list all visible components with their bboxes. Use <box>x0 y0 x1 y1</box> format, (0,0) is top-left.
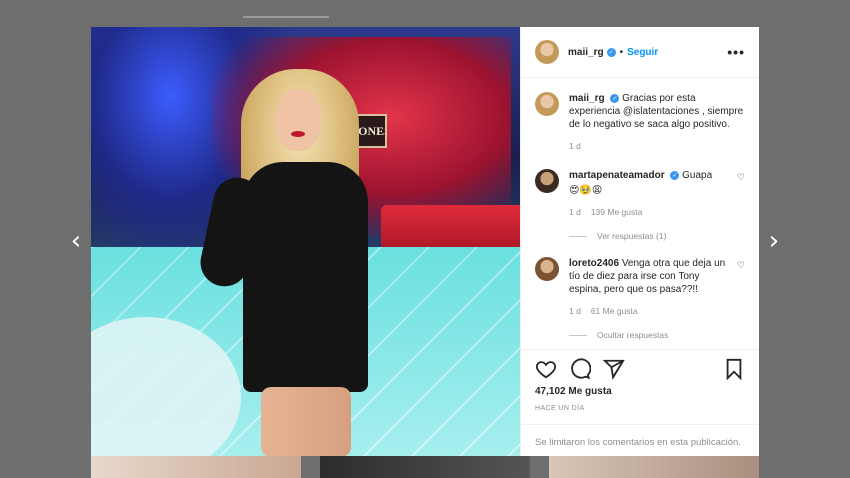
photo-person-face <box>275 89 321 151</box>
comments-limited-notice: Se limitaron los comentarios en esta pub… <box>521 424 759 460</box>
hide-replies-button[interactable]: Ocultar respuestas <box>569 329 745 342</box>
commenter-avatar[interactable] <box>535 169 559 193</box>
caption-time: 1 d <box>569 141 581 151</box>
verified-icon: ✓ <box>606 47 616 57</box>
photo-person-lips <box>291 131 305 137</box>
comment-emojis: 😍🥹😩 <box>569 185 603 196</box>
replies-line <box>569 335 587 336</box>
post-photo[interactable]: TACIONES <box>91 27 520 456</box>
photo-person-legs <box>261 387 351 456</box>
caption-username[interactable]: maii_rg <box>569 93 605 104</box>
heart-icon[interactable] <box>535 358 557 380</box>
commenter-username[interactable]: loreto2406 <box>569 258 619 269</box>
related-post-thumbnail[interactable] <box>320 456 530 478</box>
post-header: maii_rg ✓ • Seguir ••• <box>521 27 759 78</box>
post-time[interactable]: HACE UN DÍA <box>535 405 745 412</box>
comment-likes[interactable]: 139 Me gusta <box>591 206 643 219</box>
verified-icon: ✓ <box>610 93 620 103</box>
comment-like-heart-icon[interactable]: ♡ <box>737 172 745 219</box>
comment-item: martapenateamador ✓ Guapa 😍🥹😩 1 d 139 Me… <box>535 169 745 219</box>
author-username[interactable]: maii_rg <box>568 47 604 58</box>
commenter-username[interactable]: martapenateamador <box>569 170 665 181</box>
more-icon[interactable]: ••• <box>727 44 745 60</box>
bookmark-icon[interactable] <box>723 358 745 380</box>
comment-time: 1 d <box>569 306 581 316</box>
comment-likes[interactable]: 61 Me gusta <box>591 305 638 318</box>
commenter-avatar[interactable] <box>535 257 559 281</box>
share-icon[interactable] <box>603 358 625 380</box>
comment-like-heart-icon[interactable]: ♡ <box>737 260 745 318</box>
author-avatar[interactable] <box>535 40 559 64</box>
comment-icon[interactable] <box>569 358 591 380</box>
replies-line <box>569 236 587 237</box>
likes-count[interactable]: 47,102 Me gusta <box>535 386 745 397</box>
caption-avatar[interactable] <box>535 92 559 116</box>
follow-button[interactable]: Seguir <box>627 47 658 58</box>
photo-person-dress <box>243 162 368 392</box>
comment-item: loreto2406 Venga otra que deja un tío de… <box>535 257 745 318</box>
caption: maii_rg ✓ Gracias por esta experiencia @… <box>535 92 745 153</box>
post-modal: TACIONES maii_rg ✓ • Seguir ••• maii_rg <box>91 27 759 456</box>
next-post-arrow-icon[interactable]: › <box>764 228 784 254</box>
related-post-thumbnail[interactable] <box>549 456 759 478</box>
comment-time: 1 d <box>569 207 581 217</box>
verified-icon: ✓ <box>670 170 680 180</box>
separator-dot: • <box>619 46 624 58</box>
related-posts-strip <box>91 456 759 478</box>
view-replies-button[interactable]: Ver respuestas (1) <box>569 230 745 243</box>
replies-label: Ocultar respuestas <box>597 330 669 340</box>
previous-post-arrow-icon[interactable]: ‹ <box>66 228 86 254</box>
background-divider <box>243 16 329 18</box>
action-icons <box>535 358 745 380</box>
replies-label: Ver respuestas (1) <box>597 231 667 241</box>
post-actions: 47,102 Me gusta HACE UN DÍA Se limitaron… <box>521 349 759 456</box>
related-post-thumbnail[interactable] <box>91 456 301 478</box>
post-sidebar: maii_rg ✓ • Seguir ••• maii_rg ✓ Gracias… <box>520 27 759 456</box>
comments-list: maii_rg ✓ Gracias por esta experiencia @… <box>521 78 759 349</box>
comment-text: Guapa <box>682 170 713 181</box>
